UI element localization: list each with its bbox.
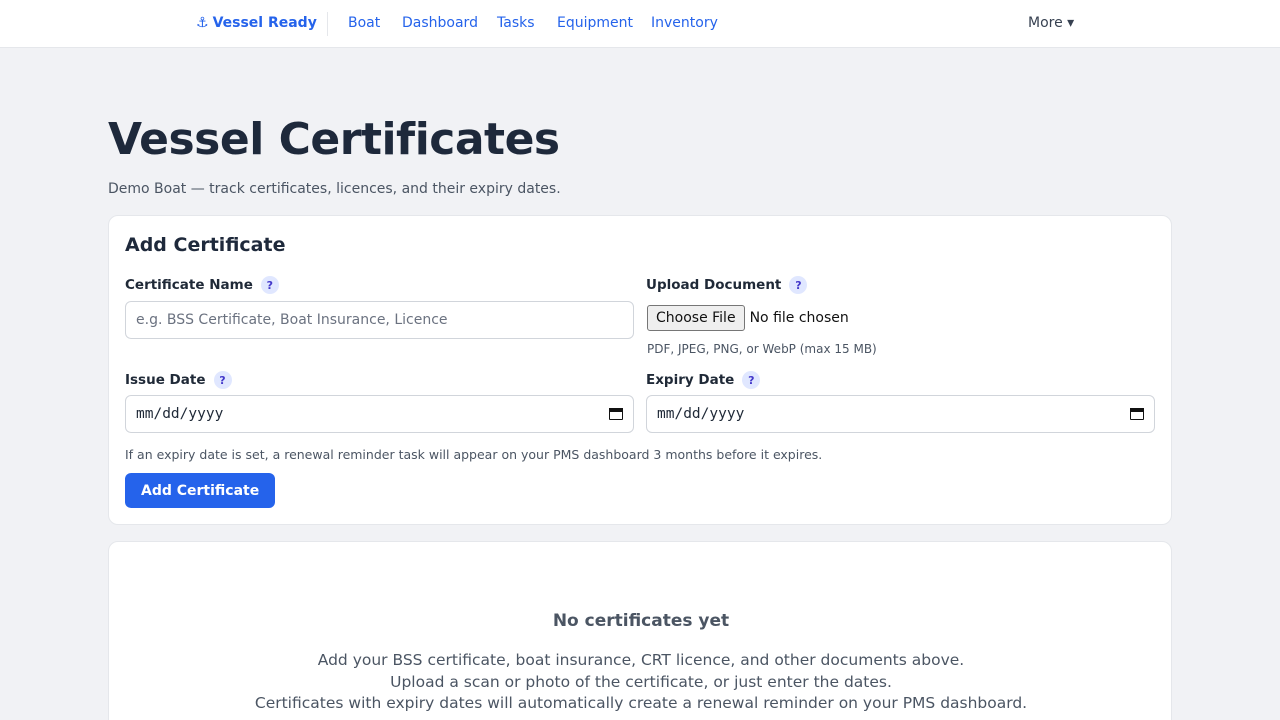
nav-link-equipment[interactable]: Equipment	[557, 15, 633, 31]
expiry-date-input[interactable]: mm/dd/yyyy	[646, 395, 1155, 433]
certificate-name-input[interactable]	[125, 301, 634, 339]
more-menu-button[interactable]: More ▾	[1028, 15, 1074, 31]
file-status: No file chosen	[749, 310, 849, 326]
file-upload-control: Choose File No file chosen	[647, 305, 849, 331]
upload-document-label-text: Upload Document	[646, 277, 782, 293]
issue-date-label-text: Issue Date	[125, 372, 206, 388]
form-heading: Add Certificate	[125, 234, 286, 256]
calendar-icon[interactable]	[609, 407, 623, 421]
nav-link-tasks[interactable]: Tasks	[497, 15, 535, 31]
nav-link-boat[interactable]: Boat	[348, 15, 380, 31]
help-icon[interactable]: ?	[789, 276, 808, 294]
file-hint: PDF, JPEG, PNG, or WebP (max 15 MB)	[647, 342, 877, 356]
nav-link-inventory[interactable]: Inventory	[651, 15, 718, 31]
issue-date-placeholder: mm/dd/yyyy	[136, 406, 224, 422]
reminder-note: If an expiry date is set, a renewal remi…	[125, 447, 823, 462]
empty-state-title: No certificates yet	[552, 611, 730, 631]
issue-date-input[interactable]: mm/dd/yyyy	[125, 395, 634, 433]
calendar-icon[interactable]	[1130, 407, 1144, 421]
help-icon[interactable]: ?	[213, 371, 232, 389]
empty-state-line: Certificates with expiry dates will auto…	[254, 694, 1028, 712]
certificate-name-label-text: Certificate Name	[125, 277, 253, 293]
expiry-date-label: Expiry Date ?	[646, 371, 761, 389]
help-icon[interactable]: ?	[260, 276, 279, 294]
nav-divider	[327, 12, 328, 36]
help-icon[interactable]: ?	[742, 371, 761, 389]
expiry-date-placeholder: mm/dd/yyyy	[657, 406, 745, 422]
brand-link[interactable]: ⚓ Vessel Ready	[196, 15, 317, 31]
choose-file-button[interactable]: Choose File	[647, 305, 745, 331]
nav-link-dashboard[interactable]: Dashboard	[402, 15, 478, 31]
expiry-date-label-text: Expiry Date	[646, 372, 735, 388]
brand-name: Vessel Ready	[212, 15, 317, 31]
top-navbar: ⚓ Vessel Ready Boat Dashboard Tasks Equi…	[0, 0, 1280, 48]
empty-state-line: Add your BSS certificate, boat insurance…	[317, 651, 965, 669]
issue-date-label: Issue Date ?	[125, 371, 232, 389]
add-certificate-button[interactable]: Add Certificate	[125, 473, 276, 508]
page-subtitle: Demo Boat — track certificates, licences…	[108, 181, 561, 197]
upload-document-label: Upload Document ?	[646, 276, 808, 294]
empty-state-line: Upload a scan or photo of the certificat…	[390, 673, 892, 691]
certificate-name-label: Certificate Name ?	[125, 276, 279, 294]
page-title: Vessel Certificates	[108, 114, 560, 165]
anchor-icon: ⚓	[196, 15, 209, 31]
add-certificate-card: Add Certificate Certificate Name ? Uploa…	[108, 215, 1172, 525]
certificates-empty-state: No certificates yet Add your BSS certifi…	[108, 541, 1172, 720]
